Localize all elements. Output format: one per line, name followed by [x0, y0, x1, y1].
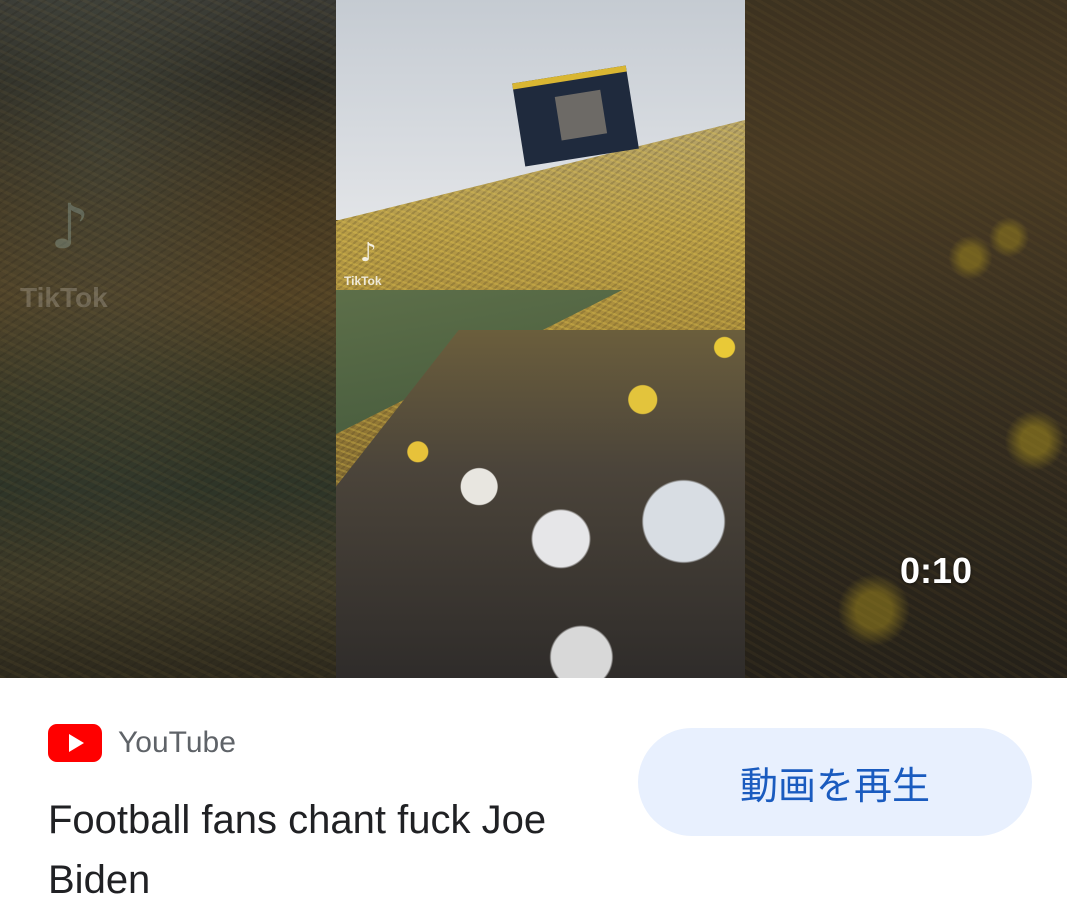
- source-name: YouTube: [118, 726, 236, 759]
- thumbnail-video-frame: ♪ TikTok: [336, 0, 745, 678]
- youtube-logo-icon: [48, 724, 102, 762]
- tiktok-watermark-label: TikTok: [344, 274, 382, 288]
- tiktok-note-icon: ♪: [50, 190, 90, 263]
- tiktok-watermark-label-blurred: TikTok: [20, 282, 108, 313]
- tiktok-watermark-blurred: ♪ TikTok: [20, 190, 140, 320]
- video-result-card[interactable]: ♪ TikTok ♪ TikTok 0:10 YouTube Football …: [0, 0, 1067, 905]
- tiktok-watermark: ♪ TikTok: [344, 238, 404, 298]
- video-title[interactable]: Football fans chant fuck Joe Biden: [48, 790, 588, 905]
- tiktok-note-icon: ♪: [360, 238, 377, 268]
- video-duration-badge: 0:10: [900, 550, 973, 591]
- video-thumbnail[interactable]: ♪ TikTok ♪ TikTok 0:10: [0, 0, 1067, 678]
- play-video-button[interactable]: 動画を再生: [638, 728, 1032, 836]
- video-source: YouTube: [48, 723, 236, 763]
- scoreboard: [512, 65, 639, 167]
